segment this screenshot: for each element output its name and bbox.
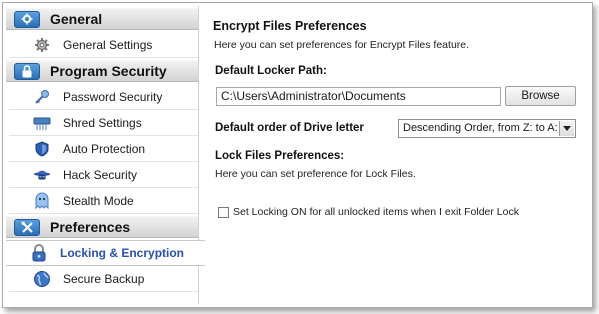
locker-path-input[interactable]: C:\Users\Administrator\Documents — [216, 87, 501, 106]
chevron-down-icon[interactable] — [559, 121, 574, 136]
encrypt-files-description: Here you can set preferences for Encrypt… — [214, 39, 470, 51]
sidebar-item-general-settings[interactable]: General Settings — [9, 32, 198, 58]
sidebar-item-label: Password Security — [63, 89, 163, 104]
sidebar-item-auto-protection[interactable]: Auto Protection — [9, 136, 198, 162]
drive-order-select[interactable]: Descending Order, from Z: to A: — [398, 119, 576, 138]
locker-path-label: Default Locker Path: — [215, 65, 327, 77]
locking-on-exit-label: Set Locking ON for all unlocked items wh… — [233, 206, 519, 218]
lock-files-description: Here you can set preference for Lock Fil… — [215, 168, 416, 180]
sidebar-item-label: Locking & Encryption — [60, 246, 185, 260]
sidebar-item-label: Stealth Mode — [63, 193, 134, 208]
section-header-program-security[interactable]: Program Security — [6, 60, 198, 82]
gear-box-icon — [14, 10, 40, 28]
shield-icon — [33, 140, 51, 158]
lock-icon — [14, 62, 40, 80]
drive-order-label: Default order of Drive letter — [215, 122, 364, 134]
wrench-screwdriver-icon — [14, 218, 40, 236]
key-icon — [33, 88, 51, 106]
locking-on-exit-checkbox[interactable] — [218, 207, 229, 218]
section-label: Program Security — [50, 63, 167, 79]
sidebar-item-locking-encryption[interactable]: Locking & Encryption — [6, 240, 205, 266]
sidebar-item-label: Secure Backup — [63, 271, 145, 286]
section-header-general[interactable]: General — [6, 8, 198, 30]
hacker-icon — [33, 166, 51, 184]
sidebar-item-shred-settings[interactable]: Shred Settings — [9, 110, 198, 136]
sidebar-item-hack-security[interactable]: Hack Security — [9, 162, 198, 188]
section-label: Preferences — [50, 219, 131, 235]
drive-order-value: Descending Order, from Z: to A: — [403, 122, 558, 134]
globe-icon — [33, 270, 51, 288]
gear-icon — [33, 36, 51, 54]
padlock-icon — [30, 244, 48, 262]
sidebar-item-secure-backup[interactable]: Secure Backup — [9, 266, 198, 292]
lock-files-title: Lock Files Preferences: — [215, 150, 345, 162]
sidebar-item-label: Shred Settings — [63, 115, 142, 130]
sidebar-item-label: Auto Protection — [63, 141, 146, 156]
ghost-icon — [33, 192, 51, 210]
section-header-preferences[interactable]: Preferences — [6, 216, 198, 238]
sidebar-item-label: General Settings — [63, 37, 153, 52]
sidebar-item-label: Hack Security — [63, 167, 138, 182]
browse-button[interactable]: Browse — [505, 86, 576, 106]
shredder-icon — [33, 114, 51, 132]
preferences-panel: Encrypt Files Preferences Here you can s… — [199, 6, 591, 304]
section-label: General — [50, 11, 103, 27]
encrypt-files-title: Encrypt Files Preferences — [213, 19, 367, 33]
sidebar-item-stealth-mode[interactable]: Stealth Mode — [9, 188, 198, 214]
sidebar-item-password-security[interactable]: Password Security — [9, 84, 198, 110]
sidebar: General General Settings Program Securit… — [6, 6, 205, 304]
